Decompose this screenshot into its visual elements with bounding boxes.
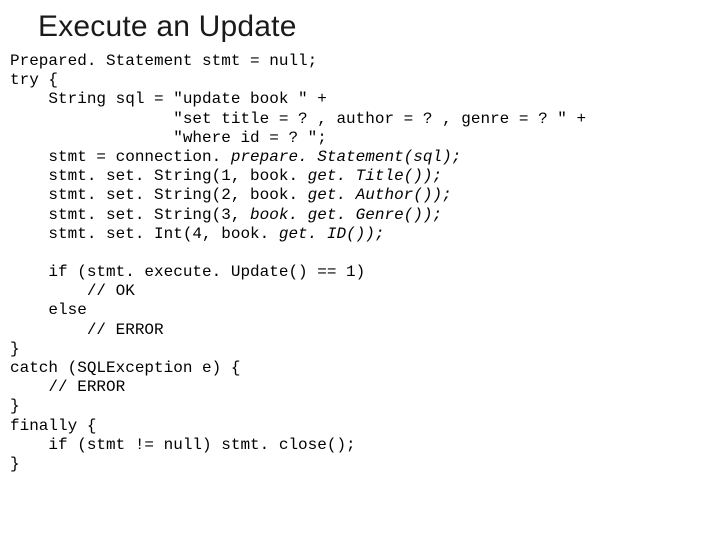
code-line: catch (SQLException e) { — [10, 359, 240, 377]
code-line: stmt = connection. — [10, 148, 221, 166]
code-line: stmt. set. String(2, book. — [10, 186, 298, 204]
code-italic: get. Author()); — [298, 186, 452, 204]
code-line: if (stmt != null) stmt. close(); — [10, 436, 356, 454]
code-italic: get. ID()); — [269, 225, 384, 243]
code-line: } — [10, 455, 20, 473]
code-line: finally { — [10, 417, 96, 435]
code-block: Prepared. Statement stmt = null; try { S… — [10, 52, 710, 474]
code-italic: book. get. Genre()); — [250, 206, 442, 224]
code-line: Prepared. Statement stmt = null; — [10, 52, 317, 70]
code-line: else — [10, 301, 87, 319]
code-line: // ERROR — [10, 321, 164, 339]
page-title: Execute an Update — [38, 10, 710, 44]
code-italic: get. Title()); — [298, 167, 442, 185]
code-line: // OK — [10, 282, 135, 300]
code-line: try { — [10, 71, 58, 89]
code-line: } — [10, 340, 20, 358]
code-line: "where id = ? "; — [10, 129, 327, 147]
code-line: } — [10, 397, 20, 415]
code-line: stmt. set. String(1, book. — [10, 167, 298, 185]
code-line: stmt. set. Int(4, book. — [10, 225, 269, 243]
code-line: "set title = ? , author = ? , genre = ? … — [10, 110, 586, 128]
code-line: if (stmt. execute. Update() == 1) — [10, 263, 365, 281]
code-line: // ERROR — [10, 378, 125, 396]
slide: Execute an Update Prepared. Statement st… — [0, 0, 720, 540]
code-line: stmt. set. String(3, — [10, 206, 250, 224]
code-line: String sql = "update book " + — [10, 90, 327, 108]
code-italic: prepare. Statement(sql); — [221, 148, 461, 166]
